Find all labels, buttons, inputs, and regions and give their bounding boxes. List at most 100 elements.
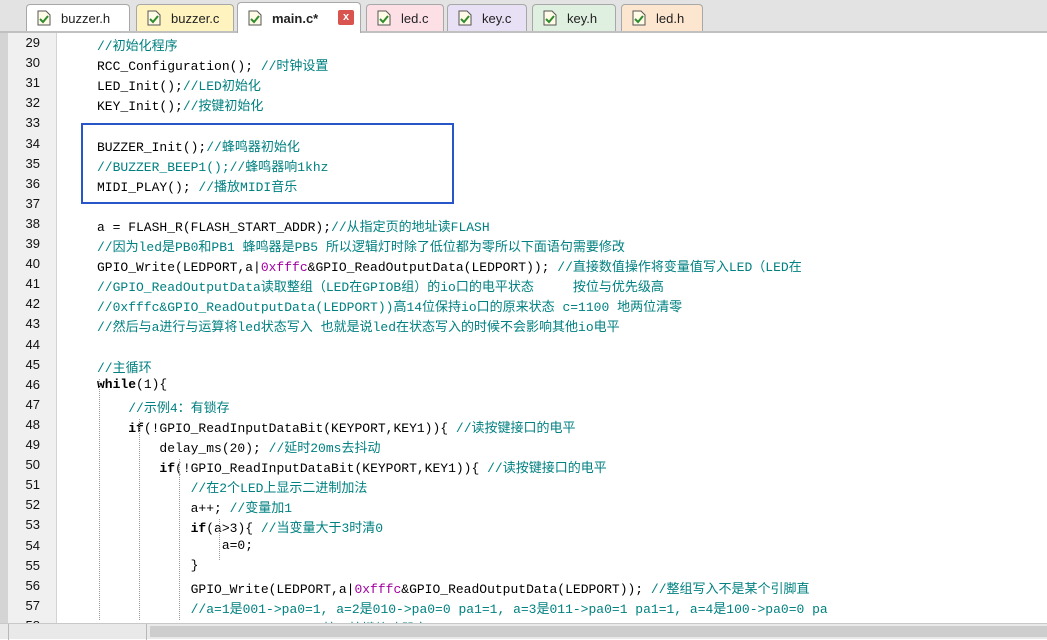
tab-buzzer-c[interactable]: buzzer.c	[136, 4, 234, 31]
code-text: KEY_Init();	[97, 99, 183, 115]
code-line[interactable]: //初始化程序	[97, 35, 178, 54]
file-icon	[248, 10, 262, 26]
tab-label: buzzer.h	[61, 10, 111, 26]
tab-buzzer-h[interactable]: buzzer.h	[26, 4, 130, 31]
code-comment: //在2个LED上显示二进制加法	[190, 481, 368, 497]
line-number: 48	[25, 416, 40, 432]
line-number: 57	[25, 597, 40, 613]
code-comment: //GPIO_ReadOutputData读取整组（LED在GPIOB组）的io…	[97, 280, 664, 296]
line-number: 54	[25, 537, 40, 553]
code-comment: //因为led是PB0和PB1 蜂鸣器是PB5 所以逻辑灯时除了低位都为零所以下…	[97, 240, 625, 255]
line-number: 39	[25, 236, 40, 251]
code-text: GPIO_Write(LEDPORT,a|	[97, 581, 355, 597]
code-line[interactable]: GPIO_Write(LEDPORT,a|0xfffc&GPIO_ReadOut…	[97, 578, 810, 597]
code-line[interactable]: //示例4：有锁存	[97, 397, 230, 416]
file-icon	[37, 10, 51, 26]
code-line[interactable]: //在2个LED上显示二进制加法	[97, 477, 368, 497]
code-comment: //按键初始化	[182, 99, 264, 115]
code-line[interactable]: if(!GPIO_ReadInputDataBit(KEYPORT,KEY1))…	[97, 417, 576, 436]
line-number: 32	[25, 95, 40, 111]
code-line[interactable]: KEY_Init();//按键初始化	[97, 95, 263, 114]
highlight-box	[81, 123, 454, 204]
line-number: 49	[25, 437, 40, 452]
line-number: 45	[25, 356, 40, 372]
code-line[interactable]: a=0;	[97, 538, 253, 553]
line-number: 34	[25, 135, 40, 151]
tab-label: buzzer.c	[171, 10, 220, 26]
code-line[interactable]: //主循环	[97, 357, 152, 376]
code-line[interactable]: LED_Init();//LED初始化	[97, 75, 261, 94]
bookmark-margin[interactable]	[0, 33, 8, 623]
code-comment: //整组写入不是某个引脚直	[650, 581, 810, 597]
line-number: 35	[25, 155, 40, 171]
code-comment: //主循环	[97, 360, 152, 376]
line-number: 52	[25, 497, 40, 513]
code-line[interactable]: if(!GPIO_ReadInputDataBit(KEYPORT,KEY1))…	[97, 457, 607, 477]
code-line[interactable]: a++; //变量加1	[97, 497, 292, 516]
code-text: (1){	[136, 376, 168, 392]
code-hex-literal: 0xfffc	[260, 260, 308, 276]
tab-label: key.c	[482, 10, 512, 26]
code-line[interactable]: while(1){	[97, 377, 167, 392]
line-number: 53	[25, 517, 40, 533]
code-text: (!GPIO_ReadInputDataBit(KEYPORT,KEY1)){	[143, 420, 456, 436]
horizontal-scrollbar[interactable]	[0, 623, 1047, 640]
code-comment: //示例4：有锁存	[128, 400, 230, 416]
code-comment: //直接数值操作将变量值写入LED（LED在	[557, 260, 802, 276]
code-hex-literal: 0xfffc	[354, 581, 402, 597]
line-number: 55	[25, 557, 40, 573]
tab-led-c[interactable]: led.c	[366, 4, 444, 31]
line-number: 29	[25, 35, 40, 50]
code-comment: //延时20ms去抖动	[268, 441, 381, 456]
indent-guide	[179, 459, 180, 620]
file-icon	[632, 10, 646, 26]
scrollbar-thumb[interactable]	[150, 626, 1047, 637]
line-number: 37	[25, 195, 40, 211]
line-number: 31	[25, 75, 40, 91]
code-text: }	[97, 557, 199, 573]
code-comment: //0xfffc&GPIO_ReadOutputData(LEDPORT))高1…	[97, 300, 683, 316]
code-text: &GPIO_ReadOutputData(LEDPORT));	[307, 260, 558, 276]
file-icon	[543, 10, 557, 26]
code-comment: //LED初始化	[182, 79, 261, 95]
code-line[interactable]: }	[97, 557, 199, 573]
code-comment: //从指定页的地址读FLASH	[331, 219, 490, 235]
code-line[interactable]: //因为led是PB0和PB1 蜂鸣器是PB5 所以逻辑灯时除了低位都为零所以下…	[97, 236, 625, 255]
code-comment: //读按键接口的电平	[487, 461, 607, 477]
tab-led-h[interactable]: led.h	[621, 4, 703, 31]
tab-key-h[interactable]: key.h	[532, 4, 616, 31]
code-text: delay_ms(20);	[97, 441, 269, 456]
indent-guide	[99, 378, 100, 620]
code-line[interactable]: //a=1是001->pa0=1, a=2是010->pa0=0 pa1=1, …	[97, 598, 828, 617]
tab-label: key.h	[567, 10, 598, 26]
file-icon	[147, 10, 161, 26]
code-line[interactable]: GPIO_Write(LEDPORT,a|0xfffc&GPIO_ReadOut…	[97, 256, 802, 275]
tab-key-c[interactable]: key.c	[447, 4, 527, 31]
code-text: a=0;	[97, 537, 254, 553]
scrollbar-divider	[8, 624, 9, 640]
file-icon	[458, 10, 472, 26]
code-line[interactable]: //然后与a进行与运算将led状态写入 也就是说led在状态写入的时候不会影响其…	[97, 316, 620, 335]
code-text: GPIO_Write(LEDPORT,a|	[97, 260, 261, 276]
code-comment: //初始化程序	[97, 39, 178, 54]
code-line[interactable]: //0xfffc&GPIO_ReadOutputData(LEDPORT))高1…	[97, 296, 682, 315]
code-text: RCC_Configuration();	[97, 59, 261, 75]
line-number: 51	[25, 477, 40, 493]
code-keyword: if	[159, 461, 176, 477]
code-line[interactable]: RCC_Configuration(); //时钟设置	[97, 55, 328, 74]
line-number: 50	[25, 457, 40, 473]
close-tab-button[interactable]: x	[338, 10, 354, 25]
tab-label: main.c*	[272, 10, 319, 26]
code-text: &GPIO_ReadOutputData(LEDPORT));	[401, 581, 651, 597]
code-line[interactable]: //GPIO_ReadOutputData读取整组（LED在GPIOB组）的io…	[97, 276, 664, 295]
tab-main-c[interactable]: main.c* x	[237, 2, 361, 33]
indent-guide	[139, 418, 140, 620]
code-comment: //读按键接口的电平	[455, 420, 576, 436]
code-editor[interactable]: 29 //初始化程序 30 RCC_Configuration(); //时钟设置 31…	[0, 33, 1047, 623]
code-keyword: if	[190, 521, 207, 537]
code-text: a = FLASH_R(FLASH_START_ADDR);	[97, 219, 332, 235]
code-line[interactable]: a = FLASH_R(FLASH_START_ADDR);//从指定页的地址读…	[97, 216, 490, 235]
